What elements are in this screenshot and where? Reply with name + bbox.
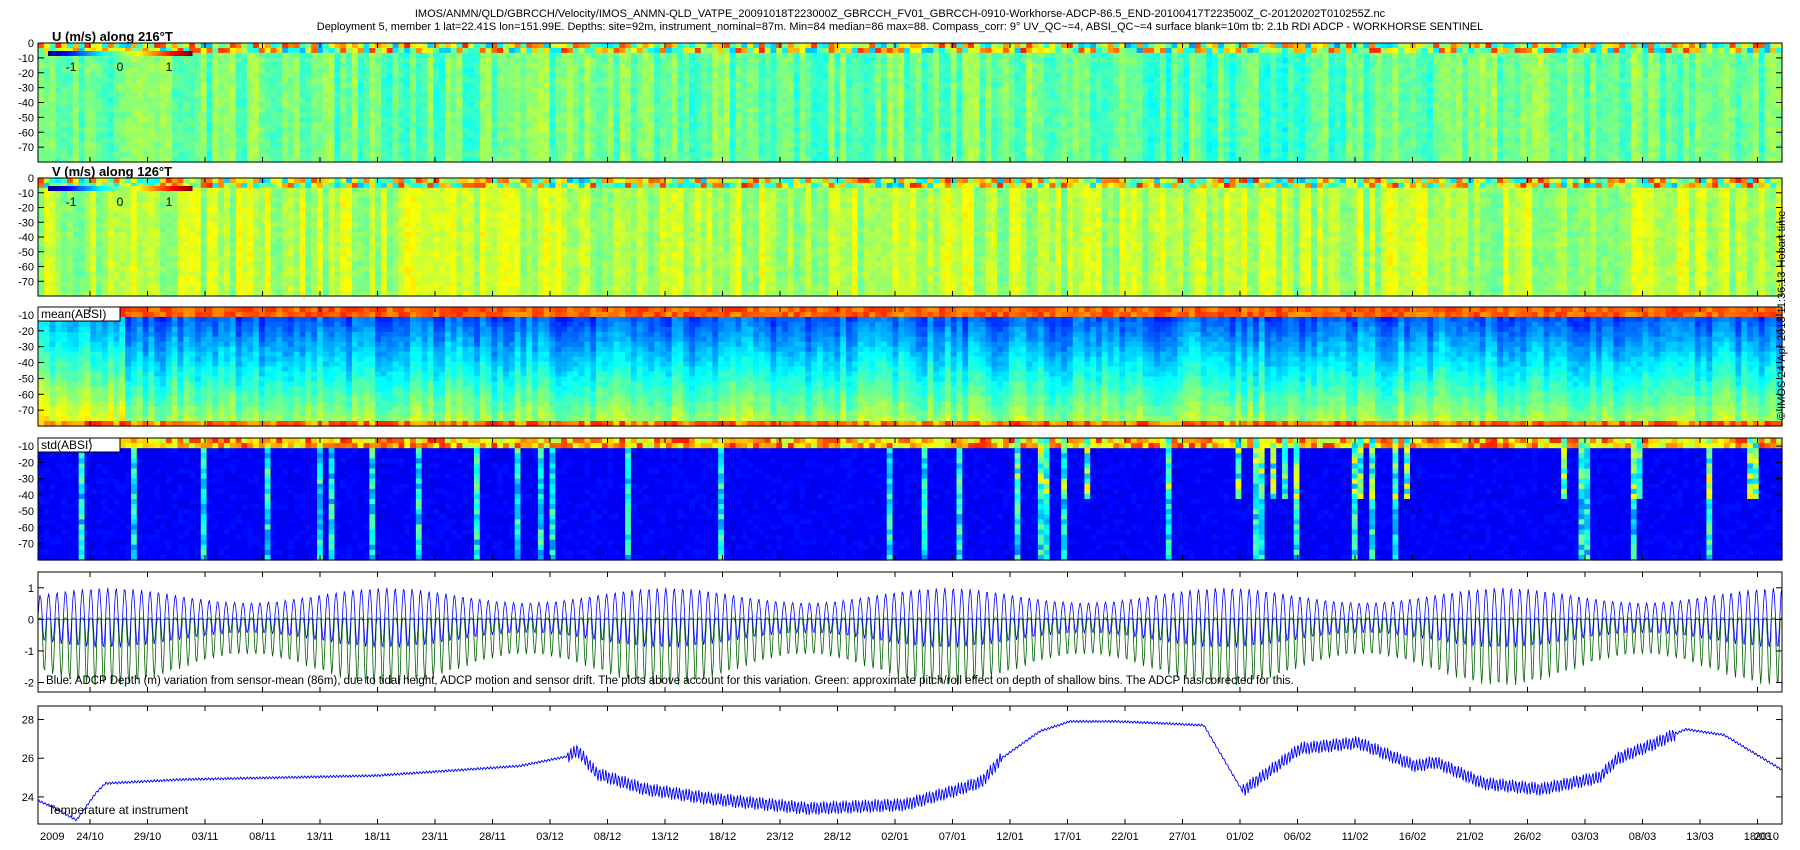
x-tick-label: 03/03 [1571,831,1599,843]
x-tick-label: 11/02 [1342,831,1369,843]
x-tick-label: 02/01 [881,831,909,843]
x-tick-label: 23/11 [422,831,449,843]
adcp-figure: 0-10-20-30-40-50-60-70-1 0 1U (m/s) along … [18,29,1783,843]
y-tick-label: -50 [18,373,34,385]
colorbar: -1 0 1 [48,51,193,74]
y-tick-label: -10 [18,53,34,65]
heatmap-cells [38,178,1783,297]
y-tick-label: -60 [18,262,34,274]
x-tick-label: 26/02 [1514,831,1542,843]
x-tick-label: 13/12 [651,831,679,843]
y-tick-label: -20 [18,68,34,80]
x-tick-label: 08/03 [1629,831,1657,843]
panel-title: std(ABSI) [41,438,92,452]
y-tick-label: -50 [18,247,34,259]
y-tick-label: -40 [18,490,34,502]
y-tick-label: -30 [18,342,34,354]
x-tick-label: 12/01 [996,831,1024,843]
x-tick-label: 13/03 [1686,831,1714,843]
y-tick-label: -50 [18,112,34,124]
y-tick-label: -40 [18,98,34,110]
y-tick-label: -70 [18,276,34,288]
colorbar-tick-label: 1 [166,60,173,74]
colorbar-tick-label: 0 [117,195,124,209]
x-tick-label: 23/12 [766,831,794,843]
panel-4: -10 -20 -30 -40 -50 -60 -70 std(ABSI) [18,437,1783,561]
y-tick-label: -60 [18,127,34,139]
y-tick-label: -60 [18,389,34,401]
y-tick-label: -60 [18,522,34,534]
y-tick-label: 0 [28,38,34,50]
y-tick-label: -40 [18,232,34,244]
x-tick-label: 03/11 [192,831,219,843]
x-tick-label: 08/11 [249,831,276,843]
x-tick-label: 21/02 [1456,831,1484,843]
y-tick-label: 0 [28,173,34,185]
x-tick-label: 16/02 [1399,831,1427,843]
panel-1: 0-10-20-30-40-50-60-70-1 0 1U (m/s) along … [18,29,1783,163]
imos-watermark: © IMOS 24-Apr-2013 11:36:13 Hobart time [1776,207,1788,420]
colorbar-tick-label: 1 [166,195,173,209]
colorbar: -1 0 1 [48,186,193,209]
watermark-timezone: Hobart time [1776,211,1788,268]
panel-title: mean(ABSI) [41,307,106,321]
y-tick-label: 0 [28,614,34,626]
y-tick-label: -2 [24,678,34,690]
y-tick-label: -20 [18,457,34,469]
x-tick-label: 03/12 [536,831,564,843]
panel-5: 1 0 -1 -2 Blue: ADCP Depth (m) variation fro… [24,571,1783,693]
x-tick-label: 28/12 [824,831,852,843]
x-tick-label: 24/10 [76,831,104,843]
depth-annotation: Blue: ADCP Depth (m) variation from sens… [46,675,1294,687]
y-tick-label: -10 [18,188,34,200]
colorbar-tick-label: -1 [66,60,77,74]
temperature-annotation: Temperature at instrument [48,803,189,817]
y-tick-label: -10 [18,441,34,453]
y-tick-label: 26 [22,753,34,765]
heatmap-cells [38,307,1783,427]
x-tick-label: 18/12 [709,831,737,843]
y-tick-label: -1 [24,646,34,658]
y-tick-label: -70 [18,539,34,551]
panel-6: 28 26 24 Temperature at instrument [22,705,1783,825]
y-tick-label: -20 [18,326,34,338]
y-tick-label: -40 [18,358,34,370]
y-tick-label: -30 [18,217,34,229]
x-tick-label: 17/01 [1054,831,1082,843]
x-tick-label: 07/01 [939,831,967,843]
x-tick-label: 29/10 [134,831,162,843]
x-tick-label: 08/12 [594,831,622,843]
x-tick-label: 13/11 [307,831,334,843]
x-tick-label: 22/01 [1111,831,1139,843]
y-tick-label: -10 [18,310,34,322]
heatmap-cells [38,438,1783,561]
x-tick-label: 28/11 [479,831,506,843]
y-tick-label: 1 [28,583,34,595]
y-tick-label: -70 [18,405,34,417]
colorbar-tick-label: 0 [117,60,124,74]
y-tick-label: -70 [18,142,34,154]
colorbar-tick-label: -1 [66,195,77,209]
y-tick-label: -30 [18,83,34,95]
y-tick-label: 28 [22,715,34,727]
panel-3: -10 -20 -30 -40 -50 -60 -70 mean(ABSI) [18,306,1783,427]
x-tick-label: 18/11 [364,831,391,843]
x-start-year: 2009 [40,831,64,843]
heatmap-cells [38,43,1783,163]
x-tick-label: 27/01 [1169,831,1197,843]
y-tick-label: -30 [18,474,34,486]
y-tick-label: -20 [18,203,34,215]
x-tick-label: 06/02 [1284,831,1312,843]
y-tick-label: -50 [18,506,34,518]
x-end-year: 2010 [1755,831,1779,843]
panel-title: V (m/s) along 126°T [52,164,172,179]
y-tick-label: 24 [22,792,34,804]
x-tick-label: 01/02 [1226,831,1254,843]
panel-title: U (m/s) along 216°T [52,29,173,44]
watermark-date: © IMOS 24-Apr-2013 11:36:13 [1776,271,1788,420]
panel-background [38,706,1782,824]
panel-2: 0-10-20-30-40-50-60-70-1 0 1V (m/s) along … [18,164,1783,297]
